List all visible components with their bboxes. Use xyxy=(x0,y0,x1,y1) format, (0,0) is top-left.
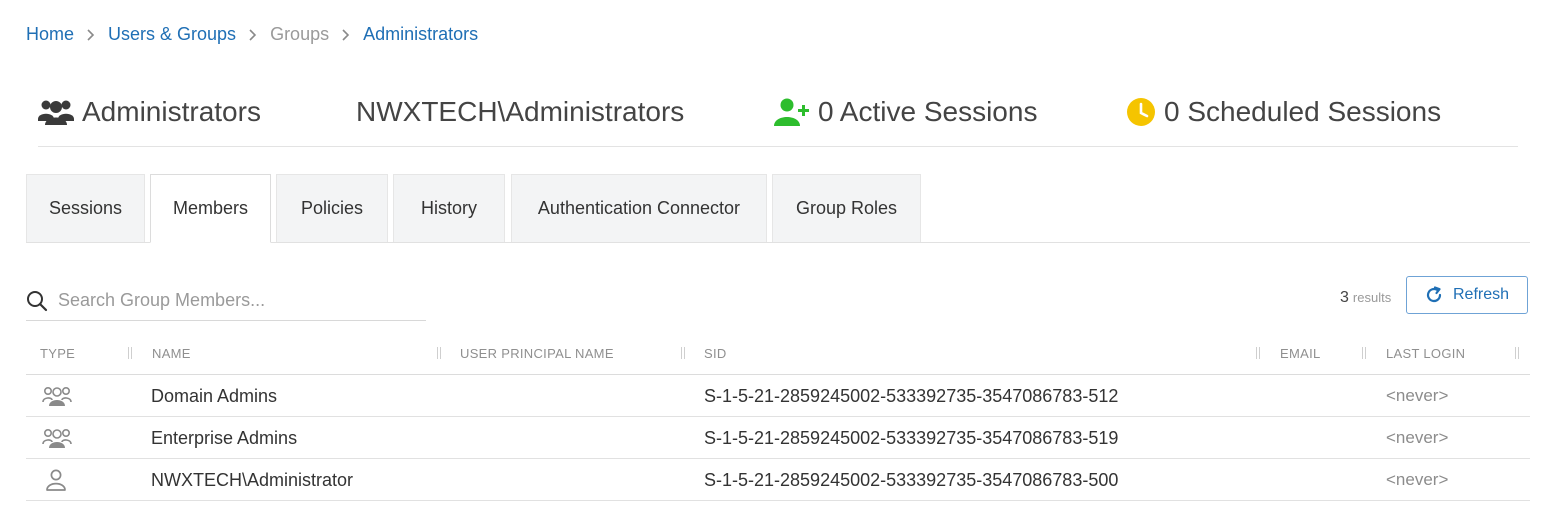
tab-authentication-connector[interactable]: Authentication Connector xyxy=(511,174,767,242)
breadcrumb-administrators[interactable]: Administrators xyxy=(363,24,478,45)
tab-history[interactable]: History xyxy=(393,174,505,242)
search-bar xyxy=(26,281,426,321)
breadcrumb: Home Users & Groups Groups Administrator… xyxy=(26,24,478,45)
refresh-icon xyxy=(1425,286,1443,304)
column-resize-handle[interactable] xyxy=(1362,347,1366,359)
scheduled-sessions: 0 Scheduled Sessions xyxy=(1126,96,1441,128)
active-sessions-label: 0 Active Sessions xyxy=(818,96,1038,127)
column-resize-handle[interactable] xyxy=(681,347,685,359)
users-group-icon xyxy=(38,97,74,127)
breadcrumb-groups: Groups xyxy=(270,24,330,44)
member-name: NWXTECH\Administrator xyxy=(151,470,354,490)
refresh-label: Refresh xyxy=(1452,286,1510,303)
member-last-login: <never> xyxy=(1386,386,1449,405)
user-plus-icon xyxy=(774,97,810,127)
column-resize-handle[interactable] xyxy=(1256,347,1260,359)
column-header-upn[interactable]: USER PRINCIPAL NAME xyxy=(460,346,614,361)
table-row[interactable]: NWXTECH\Administrator S-1-5-21-285924500… xyxy=(26,459,1530,501)
tab-sessions[interactable]: Sessions xyxy=(26,174,145,242)
search-input[interactable] xyxy=(56,289,420,312)
group-icon xyxy=(42,426,72,455)
refresh-button[interactable]: Refresh xyxy=(1406,276,1528,314)
domain-title: NWXTECH\Administrators xyxy=(356,96,684,128)
active-sessions: 0 Active Sessions xyxy=(774,96,1037,128)
column-header-name[interactable]: NAME xyxy=(152,346,191,361)
table-row[interactable]: Domain Admins S-1-5-21-2859245002-533392… xyxy=(26,375,1530,417)
table-header: TYPE NAME USER PRINCIPAL NAME SID EMAIL … xyxy=(26,334,1530,375)
tab-members[interactable]: Members xyxy=(150,174,271,243)
table-row[interactable]: Enterprise Admins S-1-5-21-2859245002-53… xyxy=(26,417,1530,459)
breadcrumb-users-groups[interactable]: Users & Groups xyxy=(108,24,236,45)
results-label: results xyxy=(1352,290,1392,305)
tab-policies[interactable]: Policies xyxy=(276,174,388,242)
member-sid: S-1-5-21-2859245002-533392735-3547086783… xyxy=(704,386,1119,406)
member-sid: S-1-5-21-2859245002-533392735-3547086783… xyxy=(704,428,1119,448)
member-name: Enterprise Admins xyxy=(151,428,298,448)
tab-group-roles[interactable]: Group Roles xyxy=(772,174,921,242)
group-name: Administrators xyxy=(82,96,261,127)
results-count: 3 results xyxy=(1340,289,1391,307)
chevron-right-icon xyxy=(335,24,357,45)
column-header-last-login[interactable]: LAST LOGIN xyxy=(1386,346,1465,361)
member-last-login: <never> xyxy=(1386,470,1449,489)
group-header: Administrators NWXTECH\Administrators 0 … xyxy=(38,92,1518,147)
column-header-email[interactable]: EMAIL xyxy=(1280,346,1321,361)
member-sid: S-1-5-21-2859245002-533392735-3547086783… xyxy=(704,470,1119,490)
member-name: Domain Admins xyxy=(151,386,278,406)
column-resize-handle[interactable] xyxy=(1515,347,1519,359)
column-header-sid[interactable]: SID xyxy=(704,346,727,361)
search-icon xyxy=(26,290,50,312)
chevron-right-icon xyxy=(80,24,102,45)
group-title: Administrators xyxy=(38,96,261,128)
column-resize-handle[interactable] xyxy=(128,347,132,359)
chevron-right-icon xyxy=(242,24,264,45)
user-icon xyxy=(45,468,67,497)
members-table: TYPE NAME USER PRINCIPAL NAME SID EMAIL … xyxy=(26,334,1530,501)
scheduled-sessions-label: 0 Scheduled Sessions xyxy=(1164,96,1442,127)
results-number: 3 xyxy=(1340,289,1349,306)
domain-name: NWXTECH\Administrators xyxy=(356,96,685,127)
member-last-login: <never> xyxy=(1386,428,1449,447)
tab-bar: Sessions Members Policies History Authen… xyxy=(26,174,1530,243)
column-resize-handle[interactable] xyxy=(437,347,441,359)
clock-icon xyxy=(1126,97,1156,127)
group-icon xyxy=(42,384,72,413)
column-header-type[interactable]: TYPE xyxy=(40,346,75,361)
breadcrumb-home[interactable]: Home xyxy=(26,24,74,45)
